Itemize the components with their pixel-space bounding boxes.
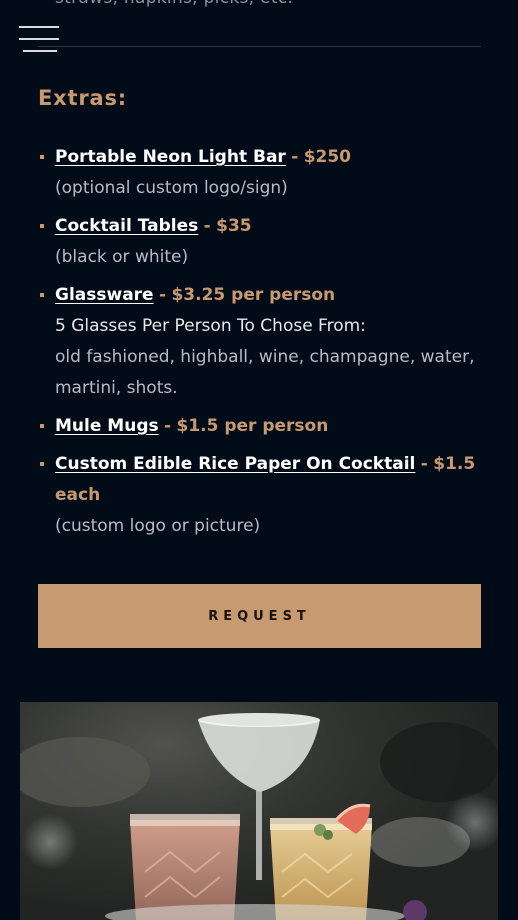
cocktail-photo (20, 702, 498, 920)
item-note: (optional custom logo/sign) (55, 178, 288, 198)
item-link[interactable]: Portable Neon Light Bar (55, 147, 286, 167)
item-link[interactable]: Mule Mugs (55, 416, 159, 436)
item-link[interactable]: Glassware (55, 285, 154, 305)
item-note: (custom logo or picture) (55, 516, 261, 536)
bullet-icon (40, 224, 44, 228)
item-link[interactable]: Custom Edible Rice Paper On Cocktail (55, 454, 415, 474)
list-item: Custom Edible Rice Paper On Cocktail - $… (38, 449, 488, 542)
list-item: Mule Mugs - $1.5 per person (38, 411, 488, 442)
item-note: (black or white) (55, 247, 189, 267)
request-button[interactable]: REQUEST (38, 584, 481, 648)
hamburger-menu-icon[interactable] (19, 24, 59, 54)
item-price: $3.25 per person (171, 285, 336, 305)
item-price: $250 (303, 147, 352, 167)
item-price: $35 (216, 216, 252, 236)
extras-title: Extras: (38, 86, 127, 110)
bullet-icon (40, 462, 44, 466)
item-note: old fashioned, highball, wine, champagne… (55, 347, 475, 398)
page: straws, napkins, picks, etc. Extras: Por… (0, 0, 518, 920)
list-item: Glassware - $3.25 per person 5 Glasses P… (38, 280, 488, 404)
list-item: Cocktail Tables - $35 (black or white) (38, 211, 488, 273)
previous-section-text: straws, napkins, picks, etc. (55, 0, 293, 8)
bullet-icon (40, 424, 44, 428)
item-price: $1.5 per person (176, 416, 329, 436)
list-item: Portable Neon Light Bar - $250 (optional… (38, 142, 488, 204)
item-subtitle: 5 Glasses Per Person To Chose From: (55, 316, 366, 336)
item-link[interactable]: Cocktail Tables (55, 216, 198, 236)
header-divider (38, 46, 481, 47)
bullet-icon (40, 293, 44, 297)
bullet-icon (40, 155, 44, 159)
